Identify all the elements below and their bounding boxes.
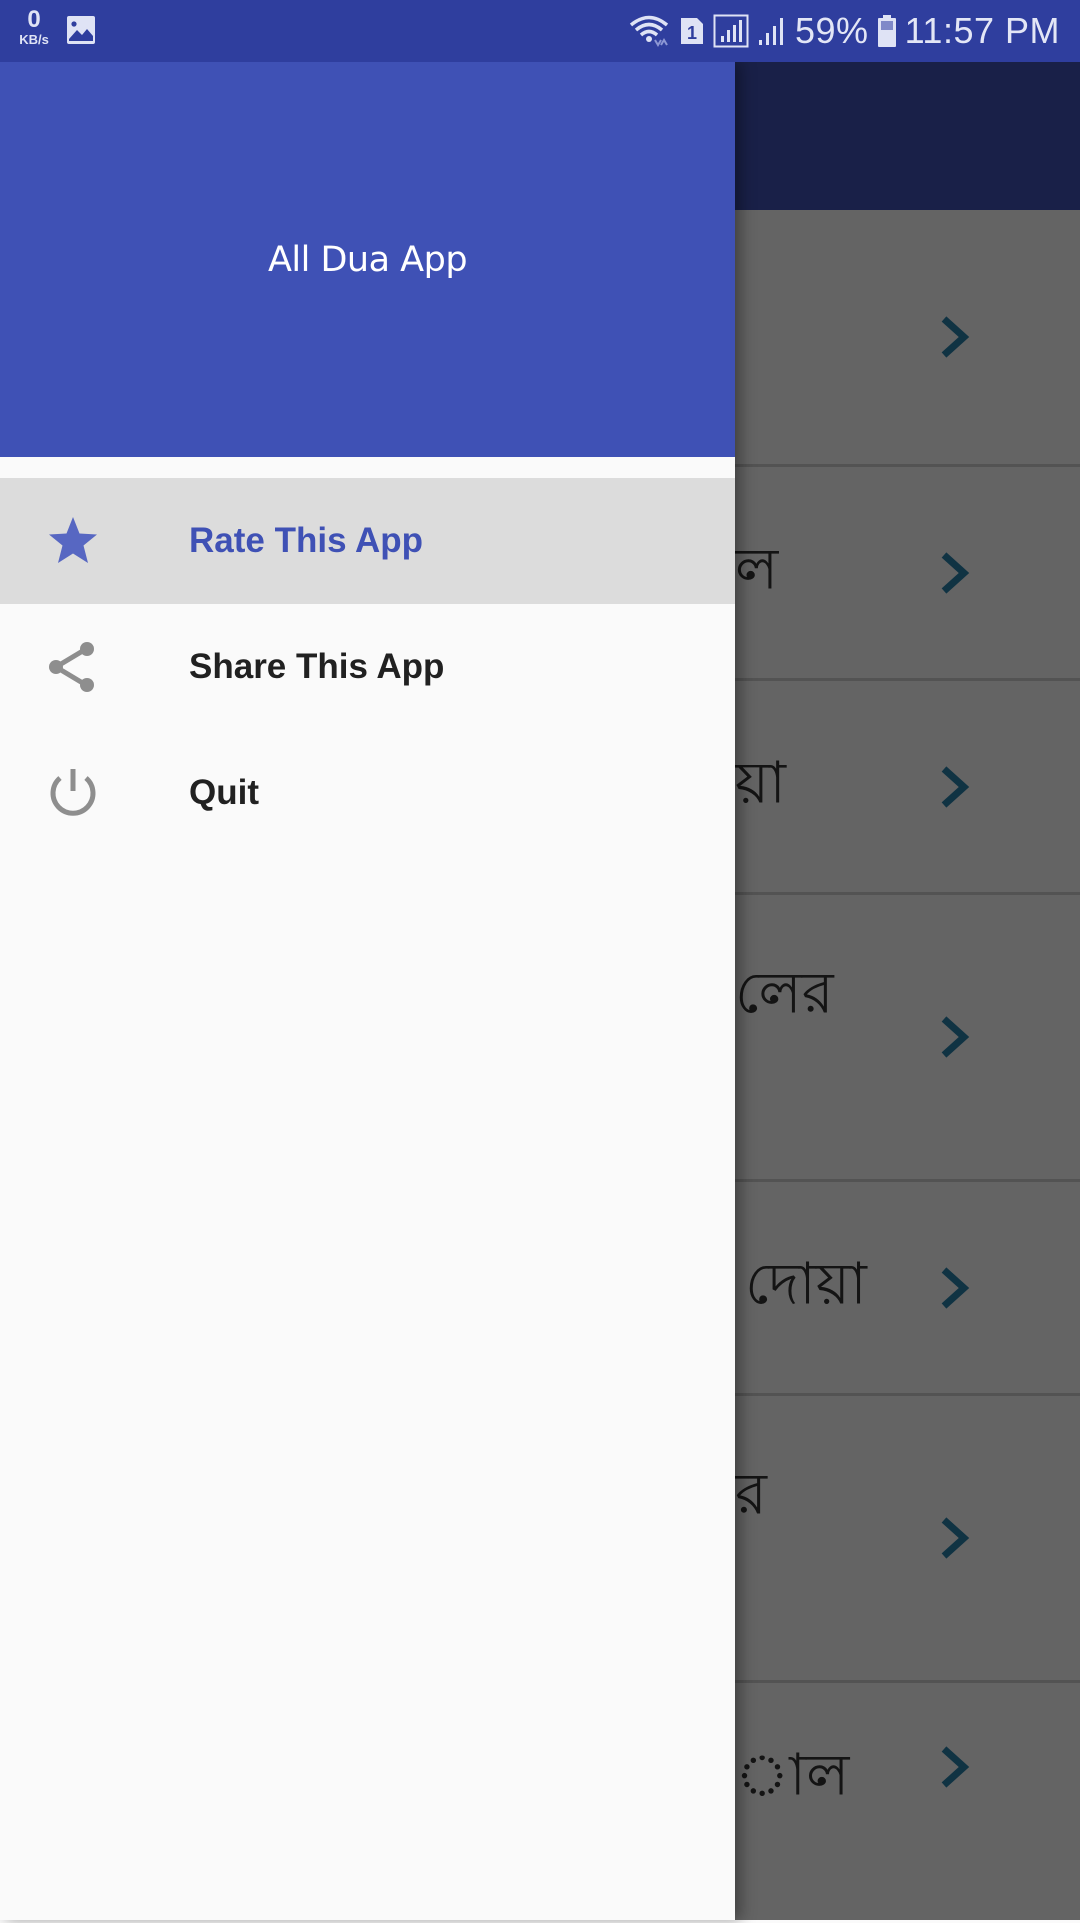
- menu-item-label: Quit: [189, 773, 259, 812]
- network-speed-unit: KB/s: [19, 32, 49, 47]
- network-speed-value: 0: [27, 6, 41, 33]
- drawer-menu: Rate This App Share This App Quit: [0, 478, 735, 856]
- share-icon: [49, 642, 94, 692]
- navigation-drawer: All Dua App Rate This App Share This App: [0, 62, 735, 1920]
- menu-item-quit[interactable]: Quit: [0, 730, 735, 856]
- drawer-header-title: All Dua App: [267, 239, 468, 280]
- wifi-icon: [629, 15, 669, 47]
- drawer-header: All Dua App: [0, 62, 735, 457]
- network-speed-indicator: 0 KB/s: [14, 6, 54, 47]
- battery-percent: 59%: [795, 10, 869, 51]
- star-icon: [49, 517, 97, 563]
- menu-item-label: Share This App: [189, 647, 445, 686]
- clock: 11:57 PM: [904, 10, 1060, 51]
- svg-text:1: 1: [687, 23, 697, 43]
- signal-sim1-icon: [713, 14, 749, 48]
- menu-item-label: Rate This App: [189, 521, 423, 560]
- power-icon: [50, 769, 96, 816]
- battery-icon: [877, 15, 896, 47]
- menu-item-rate-this-app[interactable]: Rate This App: [0, 478, 735, 604]
- signal-sim2-icon: [759, 18, 784, 45]
- status-bar: 0 KB/s 1 59% 11:57 PM: [0, 0, 1080, 62]
- menu-item-share-this-app[interactable]: Share This App: [0, 604, 735, 730]
- sim-1-icon: 1: [681, 18, 704, 44]
- gallery-icon: [67, 16, 95, 44]
